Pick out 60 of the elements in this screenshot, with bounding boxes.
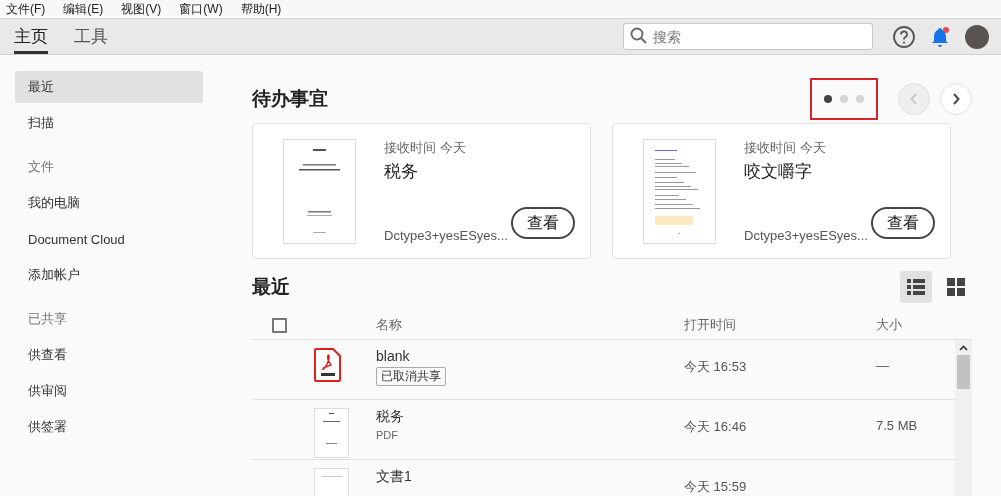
next-button[interactable] — [940, 83, 972, 115]
list-icon — [907, 279, 925, 295]
carousel-dot[interactable] — [840, 95, 848, 103]
column-header[interactable]: 名称 — [376, 316, 684, 334]
menu-item[interactable]: 窗口(W) — [179, 0, 223, 18]
help-icon — [893, 25, 915, 48]
sidebar-item[interactable]: Document Cloud — [15, 223, 203, 255]
scrollbar-thumb[interactable] — [957, 355, 970, 389]
sidebar-item[interactable]: 我的电脑 — [15, 187, 203, 219]
sidebar-heading: 已共享 — [27, 310, 68, 328]
carousel-dot[interactable] — [856, 95, 864, 103]
sender-name: Dctype3+yesESyes... — [384, 228, 508, 243]
pdf-file-icon — [314, 348, 342, 382]
select-all-checkbox[interactable] — [272, 317, 287, 333]
opened-time: 今天 15:59 — [684, 478, 748, 496]
status-tag: 已取消共享 — [376, 367, 446, 386]
scrollbar[interactable] — [955, 340, 972, 496]
section-title: 待办事宜 — [252, 87, 328, 111]
sender-name: Dctype3+yesESyes... — [744, 228, 868, 243]
column-header[interactable]: 打开时间 — [684, 316, 876, 334]
document-name: 咬文嚼字 — [744, 161, 813, 183]
carousel-dot[interactable] — [824, 95, 832, 103]
menu-item[interactable]: 文件(F) — [6, 0, 46, 18]
view-button[interactable]: 查看 — [871, 207, 935, 239]
menu-item[interactable]: 编辑(E) — [63, 0, 104, 18]
menu-item[interactable]: 视图(V) — [121, 0, 162, 18]
search-icon — [630, 27, 647, 44]
chevron-right-icon — [952, 93, 960, 105]
file-name[interactable]: 文書1 — [376, 468, 412, 486]
highlight-frame — [810, 78, 878, 120]
nav-tab[interactable]: 主页 — [14, 19, 48, 54]
sidebar-heading: 文件 — [27, 158, 55, 176]
sidebar-item[interactable]: 最近 — [15, 71, 203, 103]
file-size: 7.5 MB — [876, 418, 919, 433]
sidebar-item[interactable]: 供审阅 — [15, 375, 203, 407]
scroll-up-icon — [959, 345, 968, 351]
document-name: 税务 — [384, 161, 419, 183]
column-header[interactable]: 大小 — [876, 316, 972, 334]
sidebar-item[interactable]: 供查看 — [15, 339, 203, 371]
received-time: 接收时间 今天 — [384, 139, 467, 157]
file-name[interactable]: blank — [376, 348, 410, 364]
sidebar-item[interactable]: 供签署 — [15, 411, 203, 443]
search-field[interactable]: 搜索 — [623, 23, 873, 50]
file-size: — — [876, 358, 890, 373]
grid-icon — [947, 278, 965, 296]
opened-time: 今天 16:46 — [684, 418, 748, 436]
nav-tab[interactable]: 工具 — [74, 19, 108, 54]
list-view-button[interactable] — [900, 271, 932, 303]
opened-time: 今天 16:53 — [684, 358, 748, 376]
sidebar-item[interactable]: 扫描 — [15, 107, 203, 139]
help-button[interactable] — [893, 25, 915, 48]
chevron-left-icon — [910, 93, 918, 105]
view-button[interactable]: 查看 — [511, 207, 575, 239]
user-avatar[interactable] — [965, 24, 989, 49]
file-type: PDF — [376, 429, 398, 441]
received-time: 接收时间 今天 — [744, 139, 827, 157]
sidebar-item[interactable]: 添加帐户 — [15, 259, 203, 291]
section-title: 最近 — [252, 275, 290, 299]
menu-item[interactable]: 帮助(H) — [240, 0, 282, 18]
file-name[interactable]: 税务 — [376, 408, 404, 426]
